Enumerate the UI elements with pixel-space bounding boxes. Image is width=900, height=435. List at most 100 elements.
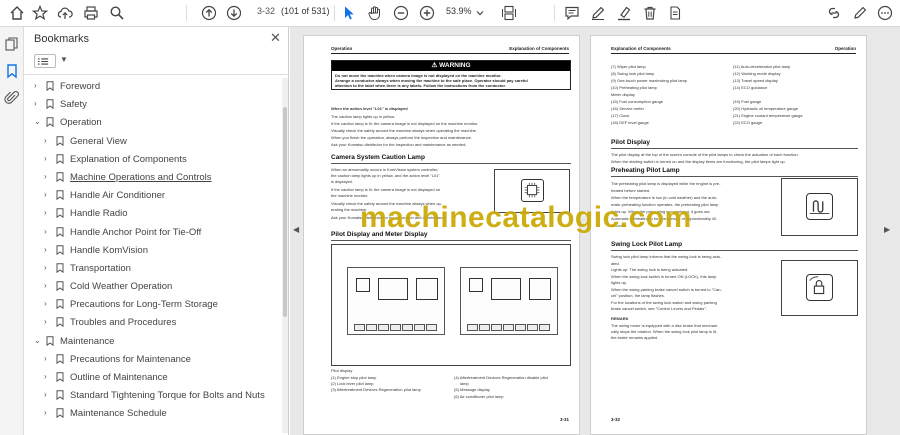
bookmark-item[interactable]: › Outline of Maintenance [24,369,282,387]
sign-pen-icon[interactable] [851,4,869,22]
fill-sign-icon[interactable] [825,4,843,22]
zoom-in-icon[interactable] [418,4,436,22]
bookmark-item[interactable]: ⌄ Operation [24,114,282,132]
bookmark-options-button[interactable] [34,54,56,68]
more-tools-icon[interactable] [876,4,894,22]
bookmark-item[interactable]: › Cold Weather Operation [24,278,282,296]
bookmark-item[interactable]: › Standard Tightening Torque for Bolts an… [24,387,282,405]
hand-icon[interactable] [366,4,384,22]
chevron-right-icon[interactable]: › [44,245,52,254]
chevron-right-icon[interactable]: › [44,408,52,417]
zoom-out-icon[interactable] [392,4,410,22]
chevron-right-icon[interactable]: › [34,99,42,108]
chevron-down-icon[interactable]: ⌄ [34,336,42,345]
bookmark-flag-icon [56,281,64,292]
bookmark-item[interactable]: › Handle Air Conditioner [24,187,282,205]
chevron-right-icon[interactable]: › [44,154,52,163]
star-icon[interactable] [31,4,49,22]
zoom-level-input[interactable]: 53.9% [446,6,472,16]
bookmark-item[interactable]: › Handle Anchor Point for Tie-Off [24,224,282,242]
chevron-right-icon[interactable]: › [44,263,52,272]
select-cursor-icon[interactable] [340,4,358,22]
legend-item: (16) Service meter [611,106,644,111]
chevron-right-icon[interactable]: › [44,227,52,236]
delete-icon[interactable] [641,4,659,22]
bookmark-flag-icon [56,299,64,310]
bookmark-item[interactable]: › Handle Radio [24,205,282,223]
bookmark-item[interactable]: › Handle KomVision [24,242,282,260]
highlight-icon[interactable] [615,4,633,22]
print-icon[interactable] [82,4,100,22]
bookmark-label: Transportation [70,262,131,274]
zoom-dropdown-icon[interactable] [475,6,485,20]
preheat-text: When the temperature is low (in cold wea… [611,195,718,200]
left-nav-rail [0,27,24,435]
chevron-right-icon[interactable]: › [44,172,52,181]
share-tool-icon[interactable] [667,4,685,22]
bookmark-item[interactable]: › Maintenance Schedule [24,405,282,423]
bookmark-flag-icon [56,317,64,328]
bookmark-item[interactable]: › General View [24,133,282,151]
collapse-left-icon[interactable]: ◀ [293,225,299,234]
pdf-page-right: Explanation of Components Operation (7) … [590,35,867,435]
chevron-down-icon[interactable]: ▼ [60,55,68,64]
bookmark-flag-icon [56,208,64,219]
chevron-right-icon[interactable]: › [34,81,42,90]
scrolling-mode-icon[interactable] [500,4,518,22]
camera-text: the caution lamp lights up in yellow, an… [331,173,440,178]
chevron-right-icon[interactable]: › [44,281,52,290]
chevron-right-icon[interactable]: › [44,208,52,217]
camera-chip-icon [521,179,544,202]
chevron-right-icon[interactable]: › [44,317,52,326]
section-rule [611,148,858,149]
bookmark-item[interactable]: › Safety [24,96,282,114]
bookmarks-panel: Bookmarks ✕ ▼ › Foreword › Safety ⌄ Operation… [24,27,289,435]
bookmark-item[interactable]: › Explanation of Components [24,151,282,169]
collapse-right-icon[interactable]: ▶ [884,225,890,234]
warning-box: ⚠ WARNING Do not move the machine when c… [331,60,571,90]
legend-item: (21) Engine coolant temperature gauge [733,113,803,118]
page-up-icon[interactable] [200,4,218,22]
chevron-down-icon[interactable]: ⌄ [34,117,42,126]
attachment-icon[interactable] [4,90,20,106]
bookmark-label: Troubles and Procedures [70,317,177,329]
chevron-right-icon[interactable]: › [44,190,52,199]
gauge [469,278,483,292]
legend-item: (15) Fuel consumption gauge [611,99,664,104]
page-down-icon[interactable] [225,4,243,22]
chevron-right-icon[interactable]: › [44,354,52,363]
scrollbar-thumb[interactable] [283,107,287,317]
chevron-right-icon[interactable]: › [44,372,52,381]
bookmark-flag-icon [56,190,64,201]
section-rule [611,176,858,177]
bookmark-item[interactable]: › Machine Operations and Controls [24,169,282,187]
page-number-input[interactable]: 3-32 [257,6,275,16]
cloud-upload-icon[interactable] [56,4,74,22]
chevron-right-icon[interactable]: › [44,136,52,145]
camera-text: If the caution lamp is lit, the camera i… [331,187,441,192]
pilot-item: (3) Aftertreatment Devices Regeneration … [331,387,421,392]
chevron-right-icon[interactable]: › [44,299,52,308]
remark-text: The swing motor is equipped with a disc … [611,323,719,328]
toolbar-separator [334,5,335,21]
bookmark-flag-icon [56,408,64,419]
bookmark-flag-icon [56,244,64,255]
bookmark-panel-icon[interactable] [4,63,20,79]
chevron-right-icon[interactable]: › [44,390,52,399]
bookmark-item[interactable]: › Precautions for Long-Term Storage [24,296,282,314]
camera-view [491,278,521,300]
bookmark-item[interactable]: › Precautions for Maintenance [24,351,282,369]
pen-icon[interactable] [589,4,607,22]
bookmark-item[interactable]: › Foreword [24,78,282,96]
close-icon[interactable]: ✕ [270,30,281,46]
bookmark-item[interactable]: ⌄ Maintenance [24,333,282,351]
comment-icon[interactable] [563,4,581,22]
home-icon[interactable] [8,4,26,22]
search-icon[interactable] [108,4,126,22]
bookmark-item[interactable]: › Transportation [24,260,282,278]
page-thumbnails-icon[interactable] [4,36,20,52]
warning-triangle-icon: ⚠ [431,62,440,69]
bookmark-item[interactable]: › Troubles and Procedures [24,314,282,332]
monitor-buttons [354,324,437,331]
swing-lock-icon [806,274,833,301]
